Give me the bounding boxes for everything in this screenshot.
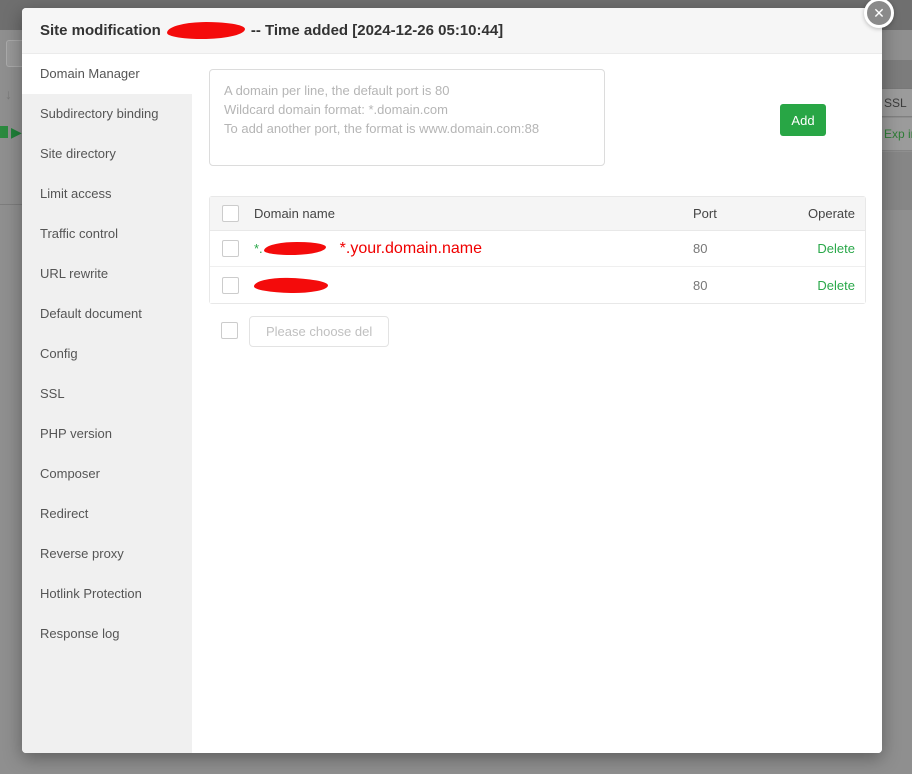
status-green-icon [0,126,8,138]
domain-annotation: *.your.domain.name [340,240,482,258]
sidebar-item-php-version[interactable]: PHP version [22,414,192,454]
batch-delete-button[interactable]: Please choose del [249,316,389,347]
sidebar-item-response-log[interactable]: Response log [22,614,192,654]
add-domain-button[interactable]: Add [780,104,826,136]
sidebar-item-domain-manager[interactable]: Domain Manager [22,54,192,94]
sidebar-item-site-directory[interactable]: Site directory [22,134,192,174]
delete-link[interactable]: Delete [817,241,855,256]
table-row: 80 Delete [210,267,865,303]
redaction-scribble [254,277,328,293]
redaction-scribble [264,241,326,256]
play-icon: ▶ [11,125,22,139]
dialog-title-prefix: Site modification [40,22,161,39]
dialog-title-suffix: -- Time added [2024-12-26 05:10:44] [251,22,503,39]
sidebar-item-redirect[interactable]: Redirect [22,494,192,534]
domain-input[interactable] [209,69,605,166]
sidebar-item-subdirectory-binding[interactable]: Subdirectory binding [22,94,192,134]
sort-arrow-icon: ↓ [5,86,12,102]
sidebar-item-config[interactable]: Config [22,334,192,374]
background-divider [0,204,22,205]
delete-link[interactable]: Delete [817,278,855,293]
port-value: 80 [685,278,775,293]
sidebar-item-url-rewrite[interactable]: URL rewrite [22,254,192,294]
operate-header: Operate [775,206,865,221]
sidebar-item-limit-access[interactable]: Limit access [22,174,192,214]
domain-manager-panel: Add Domain name Port Operate *. *.your.d… [192,54,882,753]
table-header-row: Domain name Port Operate [210,197,865,231]
row-checkbox[interactable] [222,277,239,294]
sidebar-item-default-document[interactable]: Default document [22,294,192,334]
port-value: 80 [685,241,775,256]
close-icon: ✕ [873,5,885,22]
port-header: Port [685,206,775,221]
sidebar-item-traffic-control[interactable]: Traffic control [22,214,192,254]
expiry-text: Exp in [884,127,912,141]
site-modification-dialog: Site modification -- Time added [2024-12… [22,8,882,753]
dialog-sidebar: Domain Manager Subdirectory binding Site… [22,54,192,753]
footer-select-checkbox[interactable] [221,322,238,339]
select-all-checkbox[interactable] [222,205,239,222]
dialog-title-bar: Site modification -- Time added [2024-12… [22,8,882,54]
sidebar-item-composer[interactable]: Composer [22,454,192,494]
domain-table: Domain name Port Operate *. *.your.domai… [209,196,866,304]
sidebar-item-reverse-proxy[interactable]: Reverse proxy [22,534,192,574]
wildcard-prefix: *. [254,241,263,256]
sidebar-item-ssl[interactable]: SSL [22,374,192,414]
ssl-column-label: SSL [884,96,907,110]
dialog-title: Site modification -- Time added [2024-12… [40,22,503,39]
background-status-icons: ▶ [0,125,22,139]
table-row: *. *.your.domain.name 80 Delete [210,231,865,267]
redaction-scribble [167,21,245,39]
row-checkbox[interactable] [222,240,239,257]
domain-name-header: Domain name [254,206,685,221]
sidebar-item-hotlink-protection[interactable]: Hotlink Protection [22,574,192,614]
